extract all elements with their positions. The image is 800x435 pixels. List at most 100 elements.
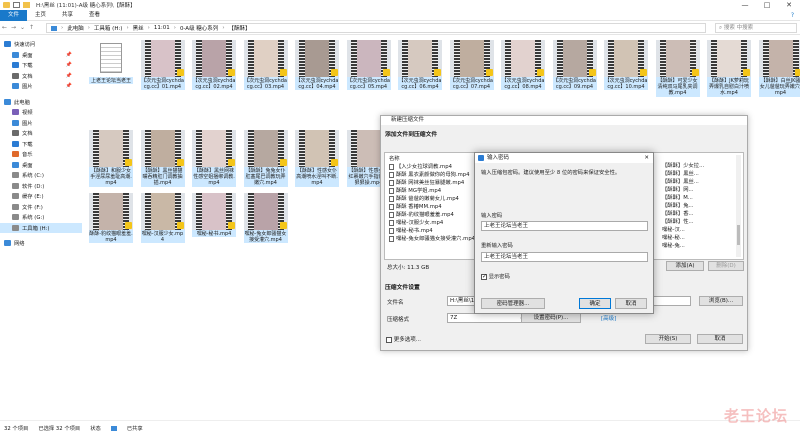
- nav-item[interactable]: 下载: [0, 139, 82, 150]
- file-item[interactable]: 【次元虫洞cychdacg.cc】03.mp4: [243, 40, 288, 91]
- nav-item[interactable]: 系统 (G:): [0, 212, 82, 223]
- cancel-button[interactable]: 取消: [697, 334, 743, 344]
- list-item-path[interactable]: 【酥酥】兔...: [660, 202, 704, 210]
- nav-item[interactable]: 缓存 (E:): [0, 191, 82, 202]
- filename-input[interactable]: H:\黑丝\1...: [447, 296, 475, 306]
- file-item[interactable]: 嘿秘-秘书.mp4: [192, 193, 236, 238]
- file-item[interactable]: 【酥酥】和服少女手淫尿尿羞耻高潮.mp4: [89, 130, 133, 187]
- list-scrollbar[interactable]: [736, 155, 741, 257]
- list-item-path[interactable]: 【酥酥】M...: [660, 194, 704, 202]
- nav-item[interactable]: 文档: [0, 128, 82, 139]
- nav-item[interactable]: 文档 📌: [0, 71, 82, 82]
- file-item[interactable]: 【酥酥】兔兔女仆肛塞尾巴调教玩弄嫩穴.mp4: [243, 130, 288, 187]
- file-item[interactable]: 【酥酥】JK萝莉玩弄爆乳自慰白汁喷水.mp4: [707, 40, 751, 97]
- file-item[interactable]: 【酥酥】黑丝网袜性感空姐捆绑调教.mp4: [192, 130, 236, 187]
- minimize-button[interactable]: —: [734, 0, 756, 10]
- nav-item[interactable]: 软件 (D:): [0, 181, 82, 192]
- file-item[interactable]: 【酥酥】黑丝猫猫嘴吞精肛门调教抽插.mp4: [140, 130, 185, 187]
- breadcrumb-folder[interactable]: 11:01: [154, 25, 170, 31]
- breadcrumb-current[interactable]: 【酥酥】: [229, 24, 251, 32]
- search-input[interactable]: ⌕ 搜索 中搜索: [715, 23, 797, 33]
- list-item-path[interactable]: 【酥酥】网...: [660, 186, 704, 194]
- nav-item[interactable]: 快速访问: [0, 39, 82, 50]
- file-item[interactable]: 【次元虫洞cychdacg.cc】01.mp4: [140, 40, 185, 91]
- close-icon[interactable]: ✕: [644, 153, 649, 163]
- tab-view[interactable]: 查看: [81, 10, 108, 21]
- list-item-path[interactable]: 嘿秘-兔...: [660, 242, 704, 250]
- file-item[interactable]: 【次元虫洞cychdacg.cc】08.mp4: [501, 40, 545, 91]
- file-item[interactable]: 【酥酥】性感女仆高潮喷水淫叫不断.mp4: [295, 130, 339, 187]
- nav-item[interactable]: 系统 (C:): [0, 170, 82, 181]
- list-item-path[interactable]: 【酥酥】香...: [660, 210, 704, 218]
- file-item[interactable]: 【次元虫洞cychdacg.cc】06.mp4: [398, 40, 442, 91]
- ok-button[interactable]: 确定: [579, 298, 611, 309]
- password-input[interactable]: 上老王论坛当老王: [481, 221, 648, 231]
- file-name: 【次元虫洞cychdacg.cc】02.mp4: [192, 78, 236, 91]
- folder-icon[interactable]: [3, 2, 10, 8]
- file-item[interactable]: 酥酥-豹纹猫眼羞羞.mp4: [89, 193, 133, 244]
- add-button[interactable]: 添加(A): [666, 261, 704, 271]
- list-item-path[interactable]: 【酥酥】性...: [660, 218, 704, 226]
- back-arrow-icon[interactable]: ←: [0, 24, 9, 31]
- close-button[interactable]: ✕: [778, 0, 800, 10]
- format-select[interactable]: 7Z⌄: [447, 313, 527, 323]
- delete-button[interactable]: 删除(D): [708, 261, 744, 271]
- tab-home[interactable]: 主页: [27, 10, 54, 21]
- file-item[interactable]: 上老王论坛当老王: [89, 40, 133, 85]
- file-item[interactable]: 【酥酥】可爱少女清纯双马尾乳夹调教.mp4: [655, 40, 700, 97]
- list-item-path[interactable]: 嘿秘-秘...: [660, 234, 704, 242]
- forward-arrow-icon[interactable]: →: [9, 24, 18, 31]
- nav-item[interactable]: 桌面 📌: [0, 50, 82, 61]
- file-item[interactable]: 【次元虫洞cychdacg.cc】02.mp4: [192, 40, 236, 91]
- properties-icon[interactable]: [13, 2, 20, 8]
- breadcrumb-this-pc[interactable]: 此电脑: [67, 24, 84, 32]
- address-box[interactable]: › 此电脑 › 工具箱 (H:) › 黑丝 › 11:01 › 0-A级 糖心系列 › 【…: [46, 23, 706, 33]
- nav-item[interactable]: 文件 (F:): [0, 202, 82, 213]
- file-item[interactable]: 【次元虫洞cychdacg.cc】07.mp4: [449, 40, 494, 91]
- tab-file[interactable]: 文件: [0, 9, 28, 21]
- more-options-checkbox[interactable]: 更多选项...: [386, 335, 421, 343]
- set-password-button[interactable]: 设置密码(P)...: [521, 313, 581, 323]
- nav-item[interactable]: 图片: [0, 118, 82, 129]
- tab-share[interactable]: 共享: [54, 10, 81, 21]
- checkbox-checked-icon[interactable]: [481, 273, 487, 280]
- breadcrumb-drive[interactable]: 工具箱 (H:): [94, 24, 123, 32]
- list-item-path[interactable]: 嘿秘-汉...: [660, 226, 704, 234]
- browse-button[interactable]: 浏览(B)...: [699, 296, 743, 306]
- nav-item[interactable]: 音乐: [0, 149, 82, 160]
- maximize-button[interactable]: □: [756, 0, 778, 10]
- password-cancel-button[interactable]: 取消: [615, 298, 647, 309]
- up-arrow-icon[interactable]: ↑: [27, 24, 36, 31]
- nav-item-icon: [12, 83, 19, 90]
- nav-item[interactable]: 桌面: [0, 160, 82, 171]
- nav-item[interactable]: 工具箱 (H:): [0, 222, 82, 233]
- file-item[interactable]: 嘿秘-兔女郎骚猫女接受灌穴.mp4: [243, 193, 288, 244]
- list-item-path[interactable]: 【酥酥】少女拉...: [660, 162, 704, 170]
- password-manager-button[interactable]: 密码管理器...: [481, 298, 545, 309]
- file-item[interactable]: 【次元虫洞cychdacg.cc】10.mp4: [604, 40, 648, 91]
- advanced-link[interactable]: [高级]: [601, 314, 616, 322]
- confirm-password-input[interactable]: 上老王论坛当老王: [481, 252, 648, 262]
- recent-dropdown-icon[interactable]: ⌄: [18, 24, 27, 31]
- file-item[interactable]: 嘿秘-汉服少女.mp4: [140, 193, 185, 244]
- nav-item[interactable]: 视频: [0, 107, 82, 118]
- breadcrumb-folder[interactable]: 0-A级 糖心系列: [180, 24, 218, 32]
- file-item[interactable]: 【次元虫洞cychdacg.cc】09.mp4: [552, 40, 597, 91]
- nav-item[interactable]: 此电脑: [0, 97, 82, 108]
- help-icon[interactable]: ?: [791, 12, 794, 19]
- checkbox-icon[interactable]: [386, 336, 392, 343]
- nav-item[interactable]: 图片 📌: [0, 81, 82, 92]
- list-item-path[interactable]: 【酥酥】黑丝...: [660, 178, 704, 186]
- nav-item-icon: [12, 109, 19, 116]
- file-item[interactable]: 【次元虫洞cychdacg.cc】04.mp4: [295, 40, 339, 91]
- breadcrumb-folder[interactable]: 黑丝: [133, 24, 144, 32]
- list-item-path[interactable]: 【酥酥】黑丝...: [660, 170, 704, 178]
- show-password-checkbox[interactable]: 显示密码: [481, 272, 510, 280]
- file-item[interactable]: 【次元虫洞cychdacg.cc】05.mp4: [346, 40, 391, 91]
- file-item[interactable]: 【酥酥】白丝JK骚女儿爸爸玩弄嫩穴.mp4: [758, 40, 800, 97]
- nav-item[interactable]: 网络: [0, 238, 82, 249]
- video-thumbnail: [140, 130, 185, 167]
- nav-item[interactable]: 下载 📌: [0, 60, 82, 71]
- start-button[interactable]: 开始(S): [645, 334, 691, 344]
- new-folder-icon[interactable]: [23, 2, 30, 8]
